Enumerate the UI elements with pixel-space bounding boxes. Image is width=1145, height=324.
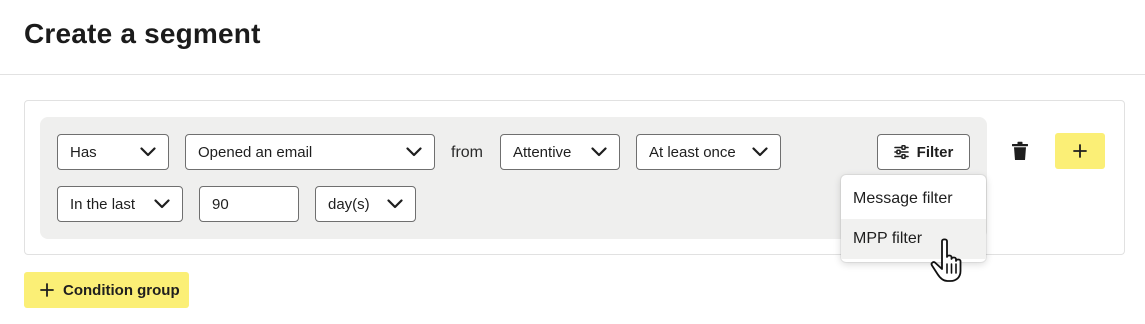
time-unit-select[interactable]: day(s) (315, 186, 416, 222)
filter-button[interactable]: Filter (877, 134, 970, 170)
chevron-down-icon (154, 199, 170, 209)
chevron-down-icon (591, 147, 607, 157)
add-condition-button[interactable] (1055, 133, 1105, 169)
sliders-icon (893, 145, 909, 159)
chevron-down-icon (387, 199, 403, 209)
page-title: Create a segment (24, 18, 261, 49)
has-select-value: Has (70, 143, 97, 161)
chevron-down-icon (406, 147, 422, 157)
add-condition-group-button[interactable]: Condition group (24, 272, 189, 308)
chevron-down-icon (752, 147, 768, 157)
plus-icon (40, 283, 54, 297)
filter-button-label: Filter (916, 143, 954, 161)
timeframe-select[interactable]: In the last (57, 186, 183, 222)
plus-icon (1073, 144, 1087, 158)
source-select-value: Attentive (513, 143, 572, 161)
chevron-down-icon (140, 147, 156, 157)
source-select[interactable]: Attentive (500, 134, 620, 170)
timeframe-select-value: In the last (70, 195, 136, 213)
from-label: from (451, 144, 483, 161)
menu-item-mpp-filter[interactable]: MPP filter (841, 219, 986, 259)
time-unit-select-value: day(s) (328, 195, 370, 213)
has-select[interactable]: Has (57, 134, 169, 170)
page-header: Create a segment (0, 0, 1145, 75)
trash-icon[interactable] (1011, 141, 1029, 161)
filter-dropdown-menu: Message filter MPP filter (841, 175, 986, 262)
timeframe-value-input[interactable] (199, 186, 299, 222)
add-condition-group-label: Condition group (63, 281, 180, 299)
frequency-select-value: At least once (649, 143, 736, 161)
menu-item-message-filter[interactable]: Message filter (841, 179, 986, 219)
event-select-value: Opened an email (198, 143, 313, 161)
frequency-select[interactable]: At least once (636, 134, 781, 170)
event-select[interactable]: Opened an email (185, 134, 435, 170)
